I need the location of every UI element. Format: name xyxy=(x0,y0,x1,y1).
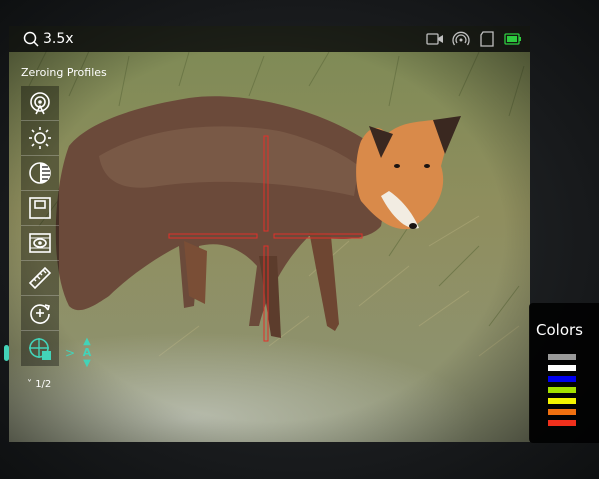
menu-item-stadiametric[interactable] xyxy=(21,261,59,296)
profile-selector[interactable]: ▲ A ▼ xyxy=(80,337,94,369)
menu-item-hotspot[interactable] xyxy=(21,86,59,121)
zoom-level: 3.5x xyxy=(43,31,74,47)
reticle-settings-icon xyxy=(29,337,51,360)
chevron-down-icon[interactable]: ▼ xyxy=(83,358,91,369)
status-bar: 3.5x xyxy=(9,26,530,52)
colors-panel: Colors xyxy=(529,303,599,443)
video-record-icon xyxy=(426,33,443,45)
menu-title: Zeroing Profiles xyxy=(21,66,107,79)
submenu-arrow: > xyxy=(65,346,76,360)
menu-item-contrast[interactable] xyxy=(21,156,59,191)
color-swatch[interactable] xyxy=(548,376,576,382)
color-swatch[interactable] xyxy=(548,387,576,393)
camera-viewfinder xyxy=(9,26,530,442)
colors-title: Colors xyxy=(536,321,583,339)
settings-menu xyxy=(21,86,59,366)
menu-item-pip[interactable] xyxy=(21,191,59,226)
contrast-icon xyxy=(29,162,51,184)
fox-scene-image xyxy=(9,26,530,442)
chevron-down-icon: ˅ xyxy=(27,379,36,390)
sd-card-icon xyxy=(480,31,494,47)
battery-icon xyxy=(504,33,521,45)
menu-item-zeroing[interactable] xyxy=(21,296,59,331)
zeroing-reset-icon xyxy=(30,304,50,324)
zoom-indicator[interactable]: 3.5x xyxy=(23,29,74,49)
brightness-icon xyxy=(29,127,51,149)
color-swatch[interactable] xyxy=(548,420,576,426)
color-swatch[interactable] xyxy=(548,409,576,415)
picture-in-picture-icon xyxy=(29,197,51,219)
active-item-marker xyxy=(4,345,9,361)
hotspot-icon xyxy=(30,92,50,115)
color-swatch[interactable] xyxy=(548,365,576,371)
page-number: 1/2 xyxy=(35,379,52,390)
zoom-icon xyxy=(23,31,39,47)
menu-item-reticle-settings[interactable] xyxy=(21,331,59,366)
thermal-scope-screen: 3.5x Zeroing Profiles > ▲ A ▼ ˅ 1/2 Colo… xyxy=(0,0,599,479)
menu-item-image-mode[interactable] xyxy=(21,226,59,261)
color-swatch[interactable] xyxy=(548,398,576,404)
color-swatch[interactable] xyxy=(548,354,576,360)
wifi-hotspot-icon xyxy=(452,31,470,46)
image-mode-icon xyxy=(29,233,51,253)
ruler-icon xyxy=(28,266,52,290)
profile-value: A xyxy=(82,346,92,359)
menu-item-brightness[interactable] xyxy=(21,121,59,156)
page-indicator[interactable]: ˅ 1/2 xyxy=(27,379,51,390)
